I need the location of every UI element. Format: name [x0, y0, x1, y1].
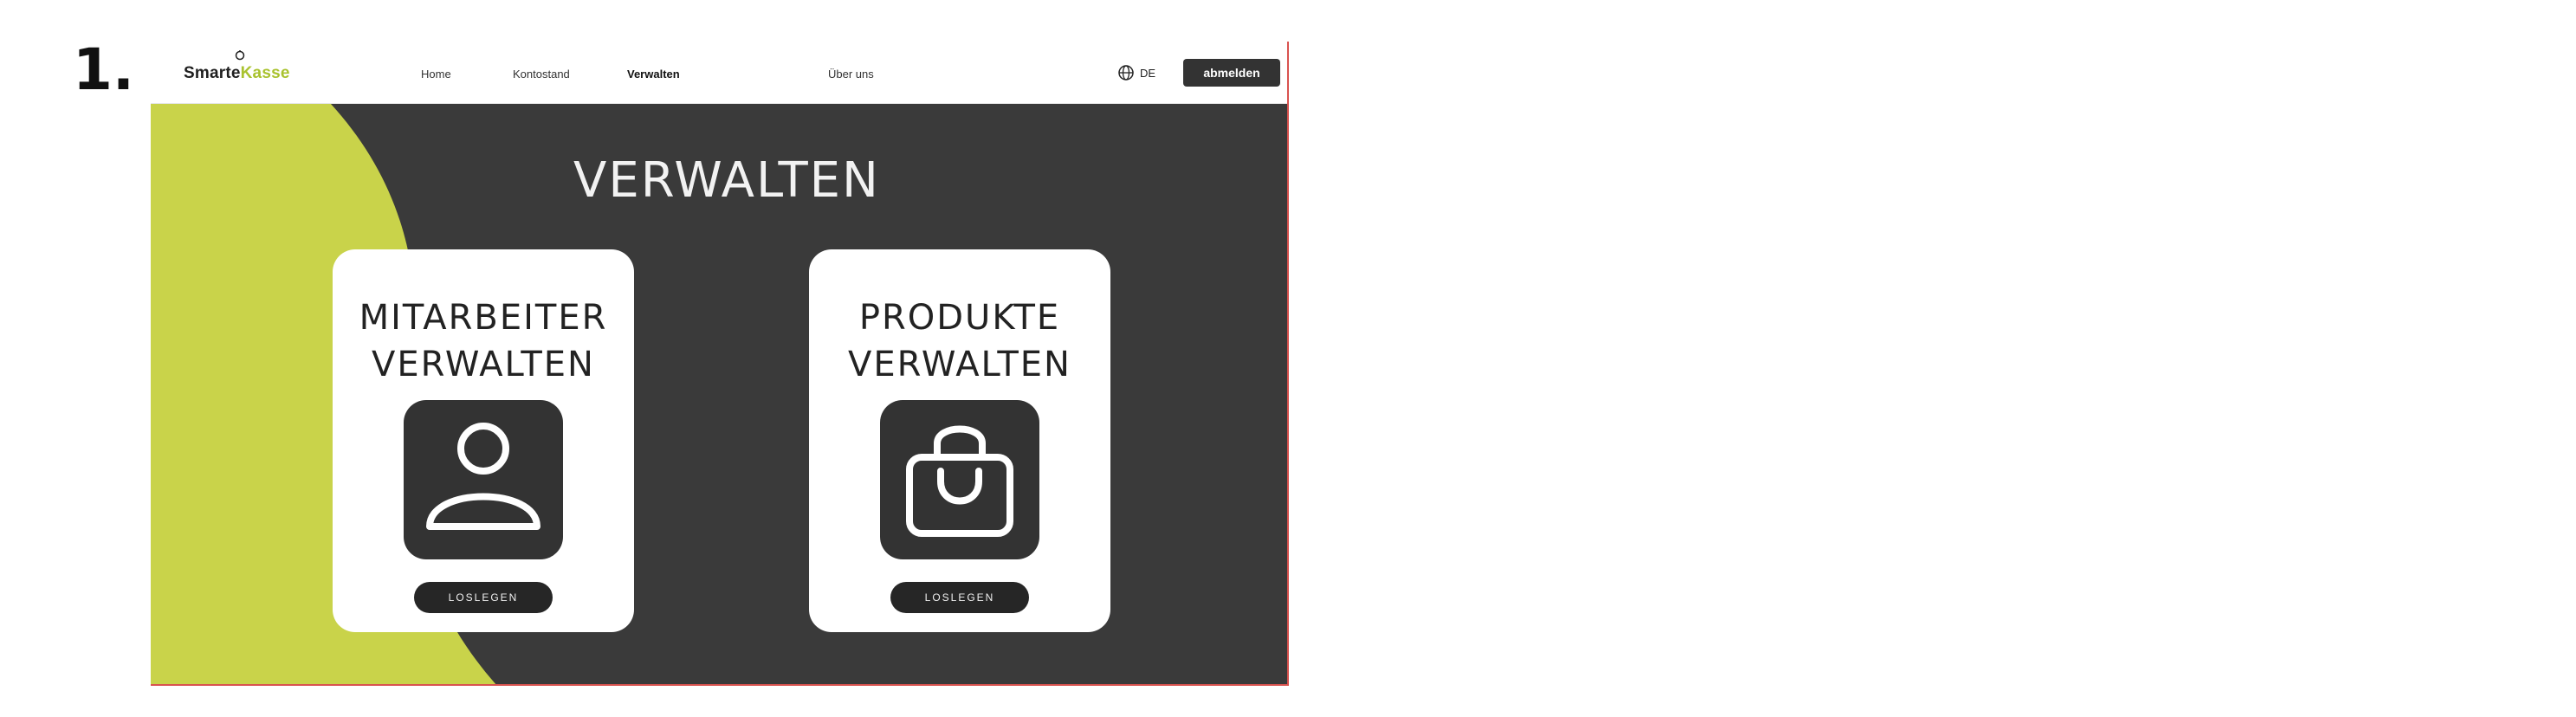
language-selector[interactable]: DE	[1117, 62, 1155, 83]
nav-kontostand[interactable]: Kontostand	[513, 68, 570, 81]
logout-button[interactable]: abmelden	[1183, 59, 1280, 87]
logo[interactable]: SmarteKasse	[184, 64, 290, 83]
globe-icon	[1118, 65, 1134, 81]
card-manage-employees[interactable]: MITARBEITER VERWALTEN LOSLEGEN	[333, 249, 634, 632]
nav-verwalten[interactable]: Verwalten	[627, 68, 680, 81]
employees-start-button[interactable]: LOSLEGEN	[414, 582, 553, 613]
page-title: VERWALTEN	[573, 152, 880, 209]
step-number: 1.	[73, 36, 134, 103]
card-title-products: PRODUKTE VERWALTEN	[848, 298, 1071, 384]
nav-home[interactable]: Home	[421, 68, 451, 81]
manage-section: VERWALTEN MITARBEITER VERWALTEN LOSLEGEN…	[151, 104, 1287, 684]
app-screenshot-frame: SmarteKasse Home Kontostand Verwalten Üb…	[151, 42, 1289, 686]
nav-ueber-uns[interactable]: Über uns	[828, 68, 874, 81]
top-navbar: SmarteKasse Home Kontostand Verwalten Üb…	[151, 42, 1287, 104]
user-icon	[404, 400, 563, 559]
card-title-employees: MITARBEITER VERWALTEN	[359, 298, 608, 384]
logo-text-smarte: Smarte	[184, 64, 241, 82]
shopping-bag-icon	[880, 400, 1039, 559]
products-start-button[interactable]: LOSLEGEN	[890, 582, 1029, 613]
cart-logo-icon	[235, 50, 245, 61]
logo-text-kasse: Kasse	[240, 64, 290, 82]
language-label: DE	[1140, 66, 1156, 80]
card-manage-products[interactable]: PRODUKTE VERWALTEN LOSLEGEN	[809, 249, 1110, 632]
